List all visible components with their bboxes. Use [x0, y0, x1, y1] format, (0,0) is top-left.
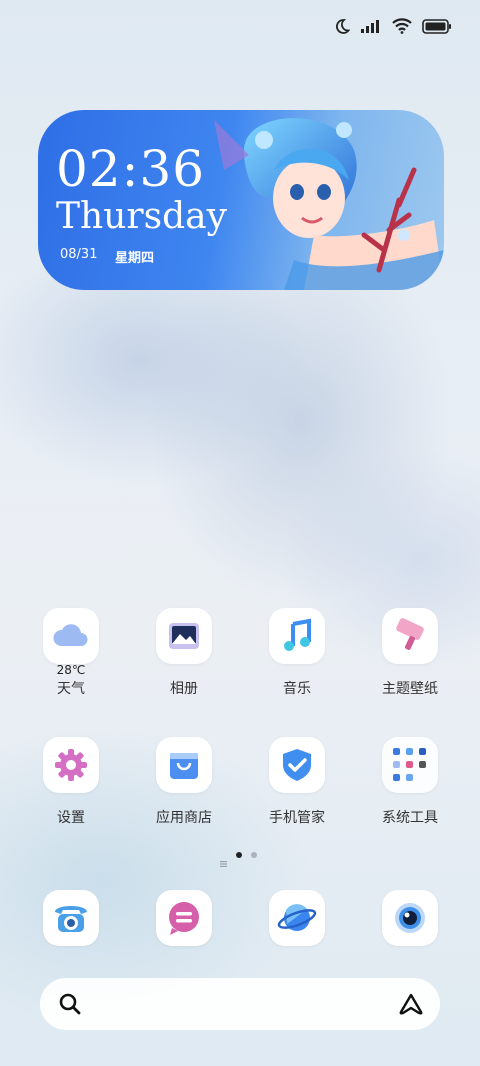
phone-manager-icon-tile[interactable] [269, 737, 325, 793]
assistant-icon[interactable] [398, 992, 424, 1016]
browser-icon-tile[interactable] [269, 890, 325, 946]
camera-icon-tile[interactable] [382, 890, 438, 946]
cloud-icon [53, 624, 88, 646]
clock-widget[interactable]: 02:36 Thursday 08/31 星期四 [38, 110, 444, 290]
clock-time: 02:36 [56, 140, 206, 198]
app-store[interactable]: 应用商店 [134, 737, 234, 827]
folder-grid-icon [393, 748, 426, 781]
shopping-bag-icon [170, 753, 198, 779]
store-icon-tile[interactable] [156, 737, 212, 793]
battery-icon [422, 18, 451, 34]
browser-planet-icon [277, 904, 317, 931]
app-gallery[interactable]: 相册 [134, 608, 234, 698]
gear-icon [55, 749, 87, 781]
paint-roller-icon [396, 618, 424, 650]
weather-icon-tile[interactable] [43, 608, 99, 664]
dock-browser[interactable] [247, 890, 347, 946]
camera-eye-icon [395, 903, 425, 933]
app-folder-system-tools[interactable]: 系统工具 [360, 737, 460, 827]
gallery-icon [169, 623, 199, 649]
page-dot-active[interactable] [236, 852, 242, 858]
app-themes[interactable]: 主题壁纸 [360, 608, 460, 698]
themes-icon-tile[interactable] [382, 608, 438, 664]
phone-icon-tile[interactable] [43, 890, 99, 946]
app-label: 设置 [57, 810, 85, 826]
app-phone-manager[interactable]: 手机管家 [247, 737, 347, 827]
gallery-icon-tile[interactable] [156, 608, 212, 664]
dock-messages[interactable] [134, 890, 234, 946]
app-label: 主题壁纸 [382, 681, 438, 697]
clock-weekday: 星期四 [115, 251, 155, 266]
settings-icon-tile[interactable] [43, 737, 99, 793]
music-note-icon [284, 618, 311, 651]
dock-camera[interactable] [360, 890, 460, 946]
app-music[interactable]: 音乐 [247, 608, 347, 698]
app-weather[interactable]: 28℃ 天气 [21, 608, 121, 698]
dock-phone[interactable] [21, 890, 121, 946]
app-label: 手机管家 [269, 810, 325, 826]
page-dot[interactable] [251, 852, 257, 858]
mermaid-artwork [214, 118, 444, 290]
weather-temperature: 28℃ [56, 663, 86, 677]
wifi-icon [392, 18, 412, 34]
messages-icon-tile[interactable] [156, 890, 212, 946]
page-indicator[interactable] [220, 852, 257, 867]
app-label: 系统工具 [382, 810, 438, 826]
music-icon-tile[interactable] [269, 608, 325, 664]
app-label: 应用商店 [156, 810, 212, 826]
clock-date: 08/31 [60, 247, 98, 262]
shield-check-icon [283, 749, 311, 781]
app-label: 相册 [170, 681, 198, 697]
message-icon [169, 902, 199, 935]
moon-icon [336, 19, 350, 34]
status-bar [334, 18, 452, 34]
search-bar[interactable] [40, 978, 440, 1030]
clock-day-name: Thursday [56, 196, 227, 237]
app-settings[interactable]: 设置 [21, 737, 121, 827]
signal-icon [361, 20, 379, 33]
folder-icon-tile[interactable] [382, 737, 438, 793]
page-list-icon[interactable] [220, 852, 227, 867]
app-label: 天气 [57, 681, 85, 697]
phone-icon [55, 906, 87, 932]
app-label: 音乐 [283, 681, 311, 697]
search-icon[interactable] [58, 992, 82, 1016]
